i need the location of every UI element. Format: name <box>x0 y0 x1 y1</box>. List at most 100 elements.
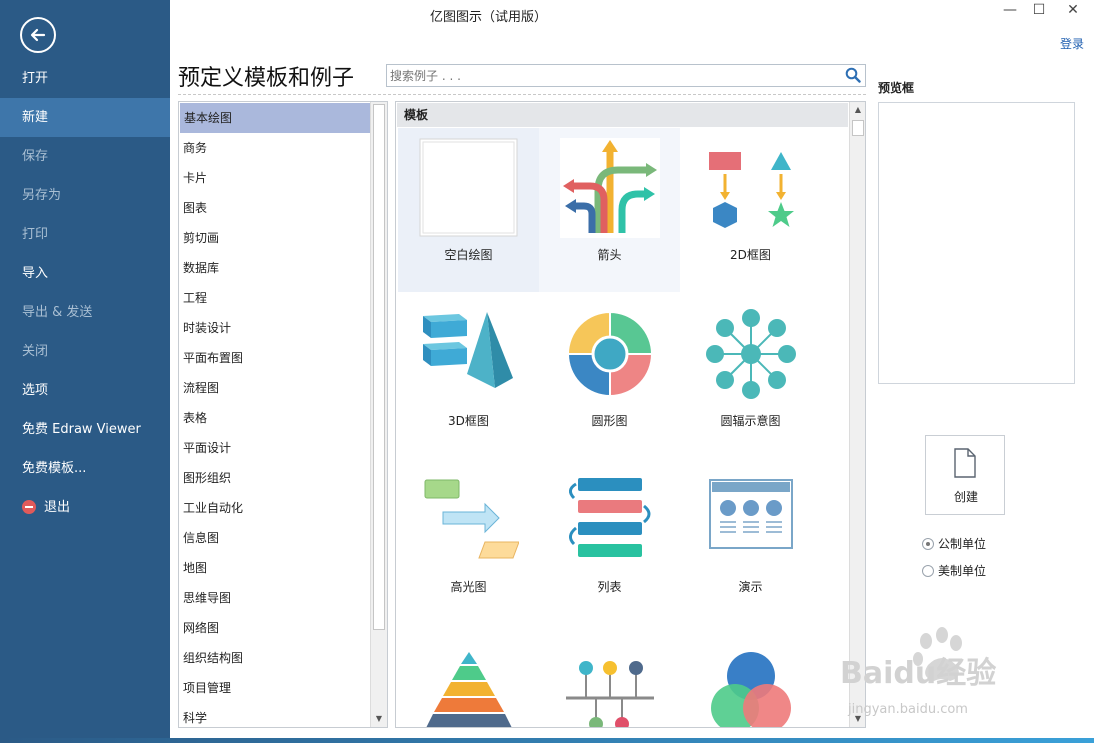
category-item[interactable]: 卡片 <box>179 163 370 193</box>
menu-print[interactable]: 打印 <box>0 215 170 254</box>
radio-selected-icon <box>922 537 934 550</box>
create-button[interactable]: 创建 <box>925 435 1005 515</box>
bottom-bar <box>0 738 1094 743</box>
minimize-button[interactable]: — <box>998 2 1022 18</box>
template-label: 箭头 <box>597 248 622 262</box>
search-icon[interactable] <box>845 67 861 83</box>
template-list[interactable]: 列表 <box>539 460 680 624</box>
back-button[interactable] <box>20 17 56 53</box>
pyramid-icon <box>426 652 512 727</box>
menu-save-as[interactable]: 另存为 <box>0 176 170 215</box>
app-window: 打开 新建 保存 另存为 打印 导入 导出 & 发送 关闭 选项 免费 Edra… <box>0 0 1094 743</box>
category-item[interactable]: 数据库 <box>179 253 370 283</box>
template-2d-block[interactable]: 2D框图 <box>680 128 821 292</box>
category-item[interactable]: 时装设计 <box>179 313 370 343</box>
template-3d-block[interactable]: 3D框图 <box>398 294 539 458</box>
circular-chart-icon <box>566 310 654 398</box>
category-item[interactable]: 商务 <box>179 133 370 163</box>
category-item[interactable]: 项目管理 <box>179 673 370 703</box>
category-item[interactable]: 图形组织 <box>179 463 370 493</box>
sidebar: 打开 新建 保存 另存为 打印 导入 导出 & 发送 关闭 选项 免费 Edra… <box>0 0 170 743</box>
menu-import[interactable]: 导入 <box>0 254 170 293</box>
template-label: 圆辐示意图 <box>720 414 781 428</box>
arrows-icon <box>560 138 660 238</box>
menu-exit[interactable]: 退出 <box>0 488 170 527</box>
template-venn[interactable] <box>680 626 821 727</box>
menu-close[interactable]: 关闭 <box>0 332 170 371</box>
category-item[interactable]: 思维导图 <box>179 583 370 613</box>
scrollbar-thumb[interactable] <box>373 104 385 630</box>
category-item[interactable]: 平面布置图 <box>179 343 370 373</box>
search-input[interactable] <box>387 65 827 87</box>
template-label: 空白绘图 <box>444 248 493 262</box>
category-item[interactable]: 网络图 <box>179 613 370 643</box>
divider <box>178 94 866 95</box>
maximize-button[interactable]: ☐ <box>1027 2 1051 18</box>
radial-diagram-icon <box>706 309 796 399</box>
close-button[interactable]: ✕ <box>1061 2 1085 18</box>
category-item[interactable]: 剪切画 <box>179 223 370 253</box>
create-label: 创建 <box>953 490 978 504</box>
template-highlight[interactable]: 高光图 <box>398 460 539 624</box>
menu-open[interactable]: 打开 <box>0 59 170 98</box>
template-circle[interactable]: 圆形图 <box>539 294 680 458</box>
block-diagram-2d-icon <box>709 152 794 228</box>
template-label: 2D框图 <box>730 248 771 262</box>
menu-free-viewer[interactable]: 免费 Edraw Viewer <box>0 410 170 449</box>
category-item[interactable]: 地图 <box>179 553 370 583</box>
document-icon <box>954 448 976 478</box>
timeline-icon <box>566 661 654 727</box>
highlight-chart-icon <box>424 479 519 559</box>
template-label: 列表 <box>597 580 622 594</box>
menu-new[interactable]: 新建 <box>0 98 170 137</box>
radio-empty-icon <box>922 564 934 577</box>
template-presentation[interactable]: 演示 <box>680 460 821 624</box>
category-item[interactable]: 信息图 <box>179 523 370 553</box>
watermark-text: Baidu经验 <box>840 656 996 691</box>
exit-icon <box>22 499 36 514</box>
category-item[interactable]: 工业自动化 <box>179 493 370 523</box>
presentation-icon <box>709 479 793 549</box>
menu-options[interactable]: 选项 <box>0 371 170 410</box>
category-item[interactable]: 组织结构图 <box>179 643 370 673</box>
scroll-down-arrow[interactable]: ▼ <box>371 711 387 727</box>
category-item[interactable]: 表格 <box>179 403 370 433</box>
scrollbar-thumb[interactable] <box>852 120 864 136</box>
blank-drawing-icon <box>419 138 518 237</box>
page-title: 预定义模板和例子 <box>178 66 355 91</box>
template-label: 高光图 <box>450 580 487 594</box>
baidu-watermark: Baidu经验 jingyan.baidu.com <box>840 627 996 717</box>
templates-header: 模板 <box>397 103 848 127</box>
us-units-radio[interactable]: 美制单位 <box>922 562 986 579</box>
scroll-up-arrow[interactable]: ▲ <box>850 102 865 118</box>
template-label: 3D框图 <box>448 414 489 428</box>
menu-export-send[interactable]: 导出 & 发送 <box>0 293 170 332</box>
search-box <box>386 64 866 87</box>
category-list: 基本绘图 商务 卡片 图表 剪切画 数据库 工程 时装设计 平面布置图 流程图 … <box>178 101 388 728</box>
venn-diagram-icon <box>711 652 791 727</box>
metric-units-radio[interactable]: 公制单位 <box>922 535 986 552</box>
template-arrows[interactable]: 箭头 <box>539 128 680 292</box>
menu-save[interactable]: 保存 <box>0 137 170 176</box>
watermark-url: jingyan.baidu.com <box>847 702 968 717</box>
templates-panel: 模板 空白绘图 箭头 2D框图 3D框图 圆形图 圆辐示意图 高光图 列表 演示… <box>395 101 866 728</box>
arrow-left-icon <box>30 28 46 42</box>
category-item[interactable]: 工程 <box>179 283 370 313</box>
block-diagram-3d-icon <box>423 312 513 388</box>
category-item[interactable]: 基本绘图 <box>180 103 370 133</box>
category-item[interactable]: 流程图 <box>179 373 370 403</box>
category-item[interactable]: 图表 <box>179 193 370 223</box>
template-label: 圆形图 <box>591 414 628 428</box>
template-label: 演示 <box>738 580 763 594</box>
template-radial[interactable]: 圆辐示意图 <box>680 294 821 458</box>
category-item[interactable]: 科学 <box>179 703 370 727</box>
template-timeline[interactable] <box>539 626 680 727</box>
menu-free-templates[interactable]: 免费模板... <box>0 449 170 488</box>
template-pyramid[interactable] <box>398 626 539 727</box>
preview-label: 预览框 <box>878 81 915 95</box>
login-link[interactable]: 登录 <box>1060 35 1084 52</box>
window-title: 亿图图示（试用版） <box>430 10 548 25</box>
category-item[interactable]: 平面设计 <box>179 433 370 463</box>
template-blank[interactable]: 空白绘图 <box>398 128 539 292</box>
category-scrollbar[interactable]: ▼ <box>370 102 387 727</box>
